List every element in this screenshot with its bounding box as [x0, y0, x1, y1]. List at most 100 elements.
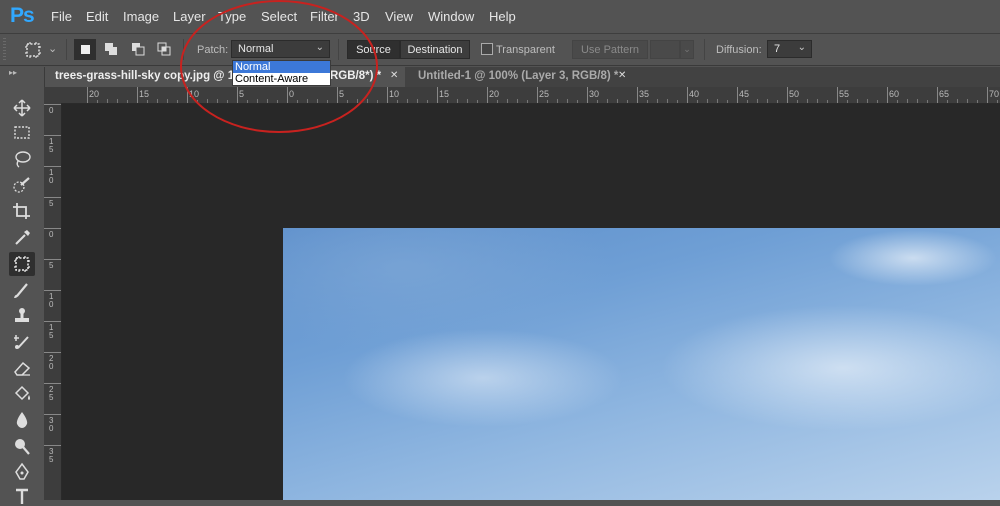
pattern-swatch[interactable] — [650, 40, 680, 59]
ruler-minor-tick — [127, 100, 128, 103]
ruler-tick — [837, 87, 838, 103]
dodge-tool-icon[interactable] — [11, 436, 33, 456]
ruler-minor-tick — [557, 99, 558, 103]
ruler-tick — [737, 87, 738, 103]
menu-window[interactable]: Window — [428, 9, 474, 24]
ruler-tick — [987, 87, 988, 103]
ruler-left-label: 30 — [49, 416, 54, 433]
marquee-tool-icon[interactable] — [11, 123, 33, 143]
ruler-minor-tick — [227, 100, 228, 103]
menu-view[interactable]: View — [385, 9, 413, 24]
use-pattern-button[interactable]: Use Pattern — [572, 40, 648, 59]
ruler-tick — [44, 290, 61, 291]
close-icon[interactable]: ✕ — [618, 70, 626, 81]
ruler-minor-tick — [577, 100, 578, 103]
destination-button[interactable]: Destination — [400, 40, 470, 59]
ruler-minor-tick — [517, 99, 518, 103]
menu-filter[interactable]: Filter — [310, 9, 339, 24]
patch-mode-select[interactable]: Normal ⌄ — [231, 40, 330, 58]
ruler-left-label: 15 — [49, 137, 54, 154]
chevron-down-icon[interactable]: ⌄ — [48, 42, 57, 55]
intersect-selection-icon[interactable] — [157, 42, 171, 56]
menu-help[interactable]: Help — [489, 9, 516, 24]
ruler-minor-tick — [527, 100, 528, 103]
move-tool-icon[interactable] — [11, 98, 33, 118]
ruler-minor-tick — [477, 100, 478, 103]
menu-layer[interactable]: Layer — [173, 9, 206, 24]
add-to-selection-icon[interactable] — [104, 42, 118, 56]
ruler-minor-tick — [307, 99, 308, 103]
menu-file[interactable]: File — [51, 9, 72, 24]
ruler-minor-tick — [867, 99, 868, 103]
eraser-tool-icon[interactable] — [11, 358, 33, 378]
menu-bar: Ps File Edit Image Layer Type Select Fil… — [0, 0, 1000, 34]
patch-tool[interactable] — [9, 252, 35, 276]
ruler-minor-tick — [177, 100, 178, 103]
ruler-top-label: 60 — [889, 89, 900, 99]
subtract-from-selection-icon[interactable] — [131, 42, 145, 56]
ruler-minor-tick — [427, 100, 428, 103]
ruler-minor-tick — [257, 99, 258, 103]
ruler-minor-tick — [367, 99, 368, 103]
new-selection-mode[interactable] — [74, 39, 96, 60]
clone-stamp-tool-icon[interactable] — [11, 306, 33, 326]
brush-tool-icon[interactable] — [11, 280, 33, 300]
ruler-tick — [44, 259, 61, 260]
ruler-tick — [237, 87, 238, 103]
ruler-top-label: 40 — [689, 89, 700, 99]
ruler-minor-tick — [507, 99, 508, 103]
crop-tool-icon[interactable] — [11, 201, 33, 221]
patch-option-content-aware[interactable]: Content-Aware — [233, 73, 330, 85]
blur-tool-icon[interactable] — [11, 410, 33, 430]
ruler-minor-tick — [767, 99, 768, 103]
ruler-top-label: 5 — [239, 89, 245, 99]
history-brush-tool-icon[interactable] — [11, 332, 33, 352]
ruler-minor-tick — [907, 99, 908, 103]
pen-tool-icon[interactable] — [11, 462, 33, 482]
ruler-minor-tick — [777, 100, 778, 103]
ruler-minor-tick — [567, 99, 568, 103]
ruler-minor-tick — [927, 100, 928, 103]
ruler-minor-tick — [617, 99, 618, 103]
ruler-minor-tick — [207, 99, 208, 103]
ruler-top-label: 65 — [939, 89, 950, 99]
ruler-minor-tick — [757, 99, 758, 103]
quick-selection-tool-icon[interactable] — [11, 175, 33, 195]
ruler-tick — [687, 87, 688, 103]
ruler-tick — [187, 87, 188, 103]
menu-3d[interactable]: 3D — [353, 9, 370, 24]
panel-collapse-icon[interactable]: ▸▸ — [9, 68, 17, 77]
patch-tool-preset-icon[interactable] — [24, 41, 42, 59]
ruler-minor-tick — [407, 99, 408, 103]
lasso-tool-icon[interactable] — [11, 149, 33, 169]
close-icon[interactable]: ✕ — [390, 70, 398, 81]
diffusion-select[interactable]: 7 ⌄ — [767, 40, 812, 58]
ruler-left-label: 0 — [49, 106, 54, 115]
ruler-minor-tick — [117, 99, 118, 103]
type-tool-icon[interactable] — [11, 486, 33, 506]
paint-bucket-tool-icon[interactable] — [11, 384, 33, 404]
ruler-minor-tick — [167, 99, 168, 103]
eyedropper-tool-icon[interactable] — [11, 227, 33, 247]
options-bar-grip[interactable] — [3, 38, 6, 60]
ruler-minor-tick — [847, 100, 848, 103]
transparent-checkbox[interactable] — [481, 43, 493, 55]
ruler-minor-tick — [627, 100, 628, 103]
source-button[interactable]: Source — [347, 40, 400, 59]
menu-select[interactable]: Select — [261, 9, 297, 24]
ruler-corner — [44, 87, 62, 103]
tab-untitled-1[interactable]: Untitled-1 @ 100% (Layer 3, RGB/8) * — [405, 67, 635, 87]
ruler-minor-tick — [707, 99, 708, 103]
ruler-minor-tick — [247, 100, 248, 103]
patch-option-normal[interactable]: Normal — [233, 61, 330, 73]
ruler-top-label: 25 — [539, 89, 550, 99]
menu-image[interactable]: Image — [123, 9, 159, 24]
ruler-left-label: 10 — [49, 168, 54, 185]
ruler-minor-tick — [677, 100, 678, 103]
options-bar: ⌄ Patch: Normal ⌄ Source Destination Tra… — [0, 34, 1000, 66]
ruler-minor-tick — [897, 100, 898, 103]
menu-edit[interactable]: Edit — [86, 9, 108, 24]
ruler-minor-tick — [957, 99, 958, 103]
chevron-down-icon[interactable]: ⌄ — [680, 40, 694, 59]
menu-type[interactable]: Type — [218, 9, 246, 24]
